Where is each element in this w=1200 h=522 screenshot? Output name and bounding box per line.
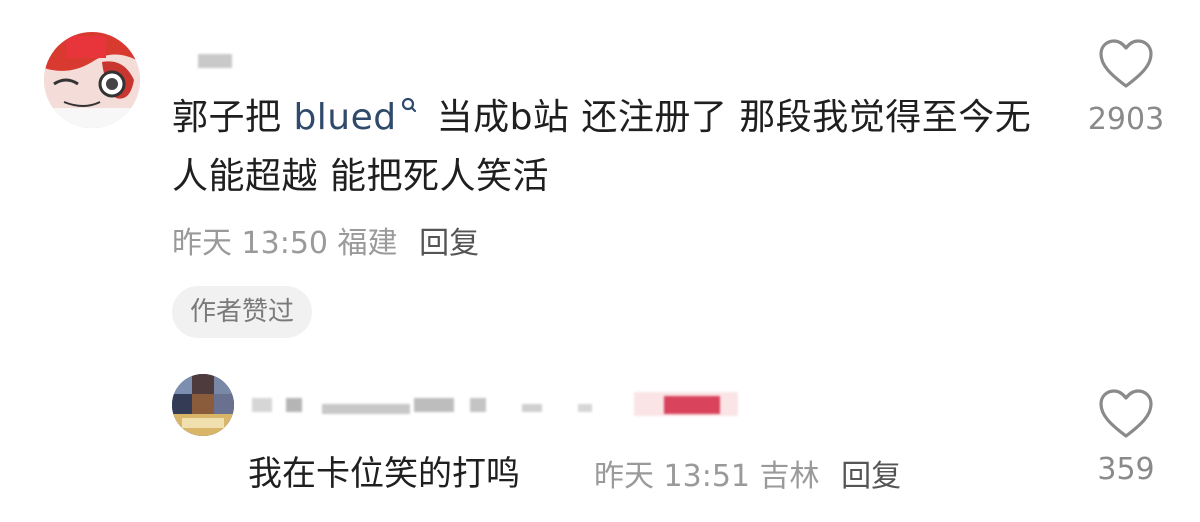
- comment-time: 昨天 13:51: [594, 459, 750, 494]
- author-liked-badge: 作者赞过: [172, 286, 313, 338]
- avatar-image: [44, 32, 140, 128]
- comment-location: 福建: [337, 226, 398, 261]
- comment-location: 吉林: [759, 459, 820, 494]
- comment-text-part: 郭子把: [172, 97, 294, 138]
- search-icon[interactable]: [399, 96, 419, 116]
- avatar-image: [172, 374, 234, 436]
- comment-text: 郭子把 blued 当成b站 还注册了 那段我觉得至今无人能超越 能把死人笑活: [172, 88, 1052, 206]
- username-redacted[interactable]: [198, 54, 232, 68]
- avatar[interactable]: [44, 32, 140, 128]
- like-count: 2903: [1087, 102, 1165, 137]
- reply-avatar[interactable]: [172, 374, 234, 436]
- reply-comment-text: 我在卡位笑的打鸣: [248, 454, 520, 494]
- heart-outline-icon[interactable]: [1098, 38, 1154, 90]
- like-count: 359: [1097, 452, 1155, 487]
- reply-button[interactable]: 回复: [419, 226, 479, 261]
- search-link[interactable]: blued: [293, 97, 396, 138]
- heart-outline-icon[interactable]: [1098, 388, 1154, 440]
- reply-comment-meta: 昨天 13:51 吉林 回复: [594, 451, 901, 495]
- comment-time: 昨天 13:50: [172, 226, 328, 261]
- comment-meta: 昨天 13:50 福建 回复: [172, 218, 479, 262]
- reply-button[interactable]: 回复: [841, 459, 901, 494]
